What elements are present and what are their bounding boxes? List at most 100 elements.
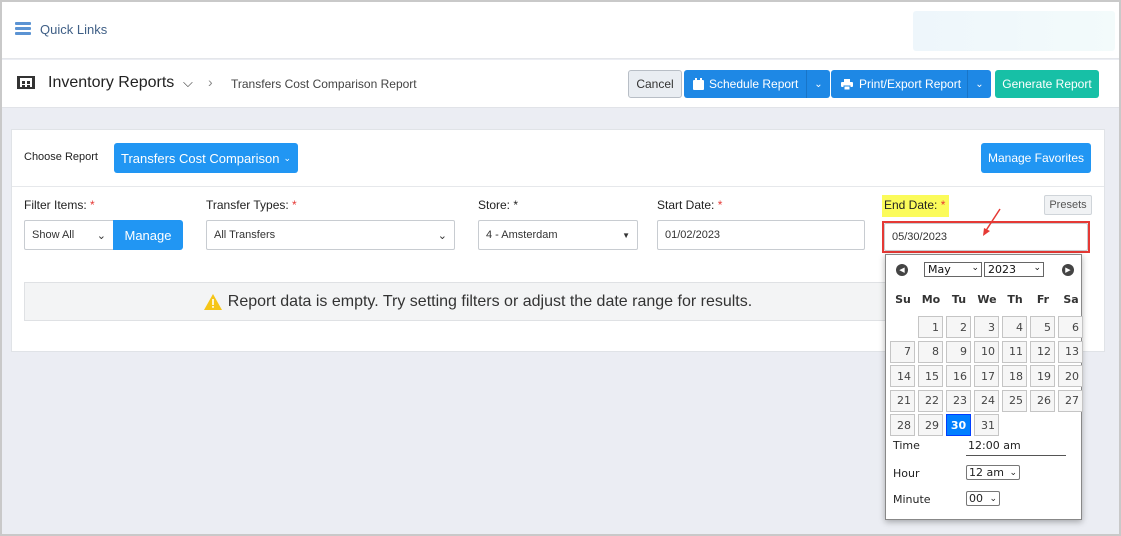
calendar-day[interactable]: 31 xyxy=(974,414,999,436)
schedule-report-label: Schedule Report xyxy=(709,77,799,91)
minute-value: 00 xyxy=(969,492,983,505)
calendar-day[interactable]: 14 xyxy=(890,365,915,387)
quick-links-bar: Quick Links xyxy=(2,2,1119,59)
required-mark: * xyxy=(292,198,297,212)
calendar-day[interactable]: 5 xyxy=(1030,316,1055,338)
year-select[interactable]: 2023 ⌄ xyxy=(984,262,1044,277)
app-frame: Quick Links Inventory Reports ⌵ › Transf… xyxy=(2,2,1119,534)
calendar-day[interactable]: 4 xyxy=(1002,316,1027,338)
chevron-down-icon: ⌄ xyxy=(437,230,447,242)
minute-label: Minute xyxy=(893,493,931,506)
calendar-day[interactable]: 2 xyxy=(946,316,971,338)
chevron-down-icon: ⌄ xyxy=(1009,467,1017,478)
calendar-day[interactable]: 1 xyxy=(918,316,943,338)
printer-icon xyxy=(841,78,853,90)
store-select[interactable]: 4 - Amsterdam ▼ xyxy=(478,220,638,250)
weekday-header: Su xyxy=(895,293,911,306)
hour-select[interactable]: 12 am ⌄ xyxy=(966,465,1020,480)
chevron-down-icon: ⌄ xyxy=(989,493,997,504)
start-date-input[interactable]: 01/02/2023 xyxy=(657,220,865,250)
transfer-types-label: Transfer Types: * xyxy=(206,198,297,212)
weekday-header: Th xyxy=(1007,293,1023,306)
schedule-dropdown-toggle[interactable]: ⌄ xyxy=(806,70,830,98)
cancel-button[interactable]: Cancel xyxy=(628,70,682,98)
page-title[interactable]: Inventory Reports xyxy=(48,74,174,92)
calendar-day[interactable]: 8 xyxy=(918,340,943,363)
transfer-types-value: All Transfers xyxy=(214,229,276,241)
start-date-label: Start Date: * xyxy=(657,198,722,212)
next-month-icon[interactable]: ▶ xyxy=(1062,264,1074,276)
start-date-label-text: Start Date: xyxy=(657,198,715,212)
print-dropdown-toggle[interactable]: ⌄ xyxy=(967,70,991,98)
calendar-day[interactable]: 22 xyxy=(918,389,943,412)
calendar-day[interactable]: 9 xyxy=(946,340,971,363)
calendar-day[interactable]: 17 xyxy=(974,365,999,387)
menu-icon[interactable] xyxy=(15,22,31,36)
manage-button[interactable]: Manage xyxy=(113,220,183,250)
calendar-day[interactable]: 29 xyxy=(918,414,943,436)
choose-report-label: Choose Report xyxy=(24,151,98,163)
month-value: May xyxy=(928,263,951,276)
schedule-report-button[interactable]: Schedule Report xyxy=(684,70,806,98)
manage-favorites-button[interactable]: Manage Favorites xyxy=(981,143,1091,173)
quick-links-right-area xyxy=(913,11,1115,51)
calendar-day[interactable]: 15 xyxy=(918,365,943,387)
breadcrumb: Transfers Cost Comparison Report xyxy=(231,77,417,91)
required-mark: * xyxy=(940,198,946,212)
datepicker-popup: ◀ May ⌄ 2023 ⌄ ▶ Su Mo Tu We Th Fr Sa 1 2 3 4 5 6 7 8 9 10… xyxy=(885,254,1083,520)
end-date-label: End Date: * xyxy=(884,198,945,212)
calendar-day[interactable]: 21 xyxy=(890,389,915,412)
calendar-day[interactable]: 23 xyxy=(946,389,971,412)
annotation-arrow-icon xyxy=(983,208,1001,236)
calendar-day[interactable]: 12 xyxy=(1030,340,1055,363)
warning-icon xyxy=(203,293,222,310)
transfer-types-label-text: Transfer Types: xyxy=(206,198,289,212)
generate-report-button[interactable]: Generate Report xyxy=(995,70,1099,98)
calendar-day[interactable]: 25 xyxy=(1002,389,1027,412)
calendar-day[interactable]: 24 xyxy=(974,389,999,412)
weekday-header: We xyxy=(977,293,997,306)
hour-value: 12 am xyxy=(969,466,1004,479)
chevron-down-icon: ⌄ xyxy=(283,152,291,163)
calendar-day[interactable]: 30 xyxy=(946,414,971,436)
chevron-down-icon: ⌄ xyxy=(1033,263,1041,273)
calendar-day[interactable]: 16 xyxy=(946,365,971,387)
calendar-day[interactable]: 11 xyxy=(1002,340,1027,363)
chevron-right-icon: › xyxy=(208,74,213,90)
calendar-day[interactable]: 10 xyxy=(974,340,999,363)
store-label-text: Store: xyxy=(478,198,511,212)
store-label: Store: * xyxy=(478,198,518,212)
month-select[interactable]: May ⌄ xyxy=(924,262,982,277)
weekday-header: Mo xyxy=(921,293,941,306)
presets-button[interactable]: Presets xyxy=(1044,195,1092,215)
quick-links-label[interactable]: Quick Links xyxy=(40,22,107,37)
calendar-day[interactable]: 28 xyxy=(890,414,915,436)
calendar-day[interactable]: 18 xyxy=(1002,365,1027,387)
weekday-header: Tu xyxy=(951,293,967,306)
calendar-day[interactable]: 7 xyxy=(890,340,915,363)
calendar-day[interactable]: 6 xyxy=(1058,316,1083,338)
calendar-icon xyxy=(693,78,704,90)
year-value: 2023 xyxy=(988,263,1016,276)
end-date-label-text: End Date: xyxy=(884,198,938,212)
calendar-day[interactable]: 3 xyxy=(974,316,999,338)
filter-items-label-text: Filter Items: xyxy=(24,198,87,212)
chevron-down-icon[interactable]: ⌵ xyxy=(183,75,193,91)
prev-month-icon[interactable]: ◀ xyxy=(896,264,908,276)
warehouse-icon xyxy=(17,76,35,89)
empty-report-message: Report data is empty. Try setting filter… xyxy=(24,282,892,321)
weekday-header: Sa xyxy=(1063,293,1079,306)
calendar-day[interactable]: 27 xyxy=(1058,389,1083,412)
required-mark: * xyxy=(717,198,723,212)
calendar-day[interactable]: 20 xyxy=(1058,365,1083,387)
filter-items-label: Filter Items: * xyxy=(24,198,95,212)
calendar-day[interactable]: 19 xyxy=(1030,365,1055,387)
calendar-day[interactable]: 13 xyxy=(1058,340,1083,363)
transfer-types-select[interactable]: All Transfers ⌄ xyxy=(206,220,455,250)
minute-select[interactable]: 00 ⌄ xyxy=(966,491,1000,506)
calendar-day[interactable]: 26 xyxy=(1030,389,1055,412)
filter-items-select[interactable]: Show All ⌄ xyxy=(24,220,114,250)
datepicker-header: ◀ May ⌄ 2023 ⌄ ▶ xyxy=(888,257,1079,283)
report-selector-button[interactable]: Transfers Cost Comparison ⌄ xyxy=(114,143,298,173)
print-export-button[interactable]: Print/Export Report xyxy=(831,70,967,98)
